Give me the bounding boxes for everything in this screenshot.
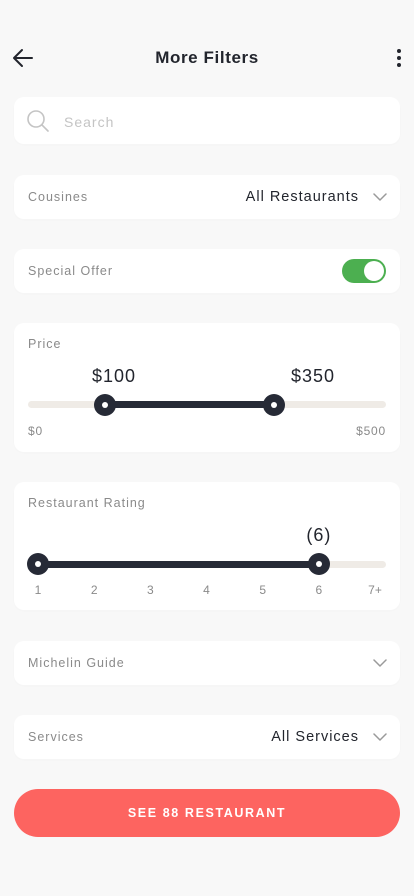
toggle-knob xyxy=(364,261,384,281)
michelin-label: Michelin Guide xyxy=(28,656,125,670)
price-low-value: $100 xyxy=(91,366,137,386)
rating-tick: 4 xyxy=(203,583,210,597)
price-max-label: $500 xyxy=(356,424,386,438)
rating-max-handle[interactable] xyxy=(307,553,330,575)
rating-selected-value: (6) xyxy=(306,525,332,545)
price-label: Price xyxy=(28,337,62,351)
more-options-button[interactable] xyxy=(390,46,408,70)
services-value: All Services xyxy=(271,729,359,745)
more-vertical-icon xyxy=(397,49,401,53)
rating-filter: Restaurant Rating (6) 1 2 3 4 5 6 7+ xyxy=(14,482,400,610)
search-bar xyxy=(14,97,400,144)
price-slider-range xyxy=(105,401,274,408)
price-high-value: $350 xyxy=(290,366,336,386)
services-label: Services xyxy=(28,730,84,744)
price-filter: Price $100 $350 $0 $500 xyxy=(14,323,400,452)
price-max-handle[interactable] xyxy=(262,394,285,416)
price-min-handle[interactable] xyxy=(94,394,117,416)
chevron-down-icon xyxy=(373,659,387,667)
rating-label: Restaurant Rating xyxy=(28,496,146,510)
chevron-down-icon xyxy=(373,193,387,201)
rating-min-handle[interactable] xyxy=(27,553,49,575)
page-title: More Filters xyxy=(155,48,259,67)
special-offer-label: Special Offer xyxy=(28,264,114,278)
rating-tick: 2 xyxy=(90,583,98,597)
see-restaurants-button[interactable]: SEE 88 RESTAURANT xyxy=(14,789,400,837)
price-min-label: $0 xyxy=(28,424,43,438)
rating-tick: 6 xyxy=(315,583,323,597)
rating-tick: 3 xyxy=(146,583,154,597)
special-offer-toggle[interactable] xyxy=(342,259,386,283)
rating-tick: 7+ xyxy=(368,583,382,597)
cuisines-value: All Restaurants xyxy=(245,189,359,205)
rating-slider-range xyxy=(38,561,319,568)
search-icon xyxy=(27,110,49,132)
special-offer-row: Special Offer xyxy=(14,249,400,293)
chevron-down-icon xyxy=(373,733,387,741)
services-dropdown[interactable]: Services All Services xyxy=(14,715,400,759)
search-input[interactable] xyxy=(62,109,386,135)
rating-tick: 1 xyxy=(34,583,42,597)
cuisines-label: Cousines xyxy=(28,190,89,204)
michelin-guide-dropdown[interactable]: Michelin Guide xyxy=(14,641,400,685)
cuisines-dropdown[interactable]: Cousines All Restaurants xyxy=(14,175,400,219)
rating-tick: 5 xyxy=(259,583,266,597)
